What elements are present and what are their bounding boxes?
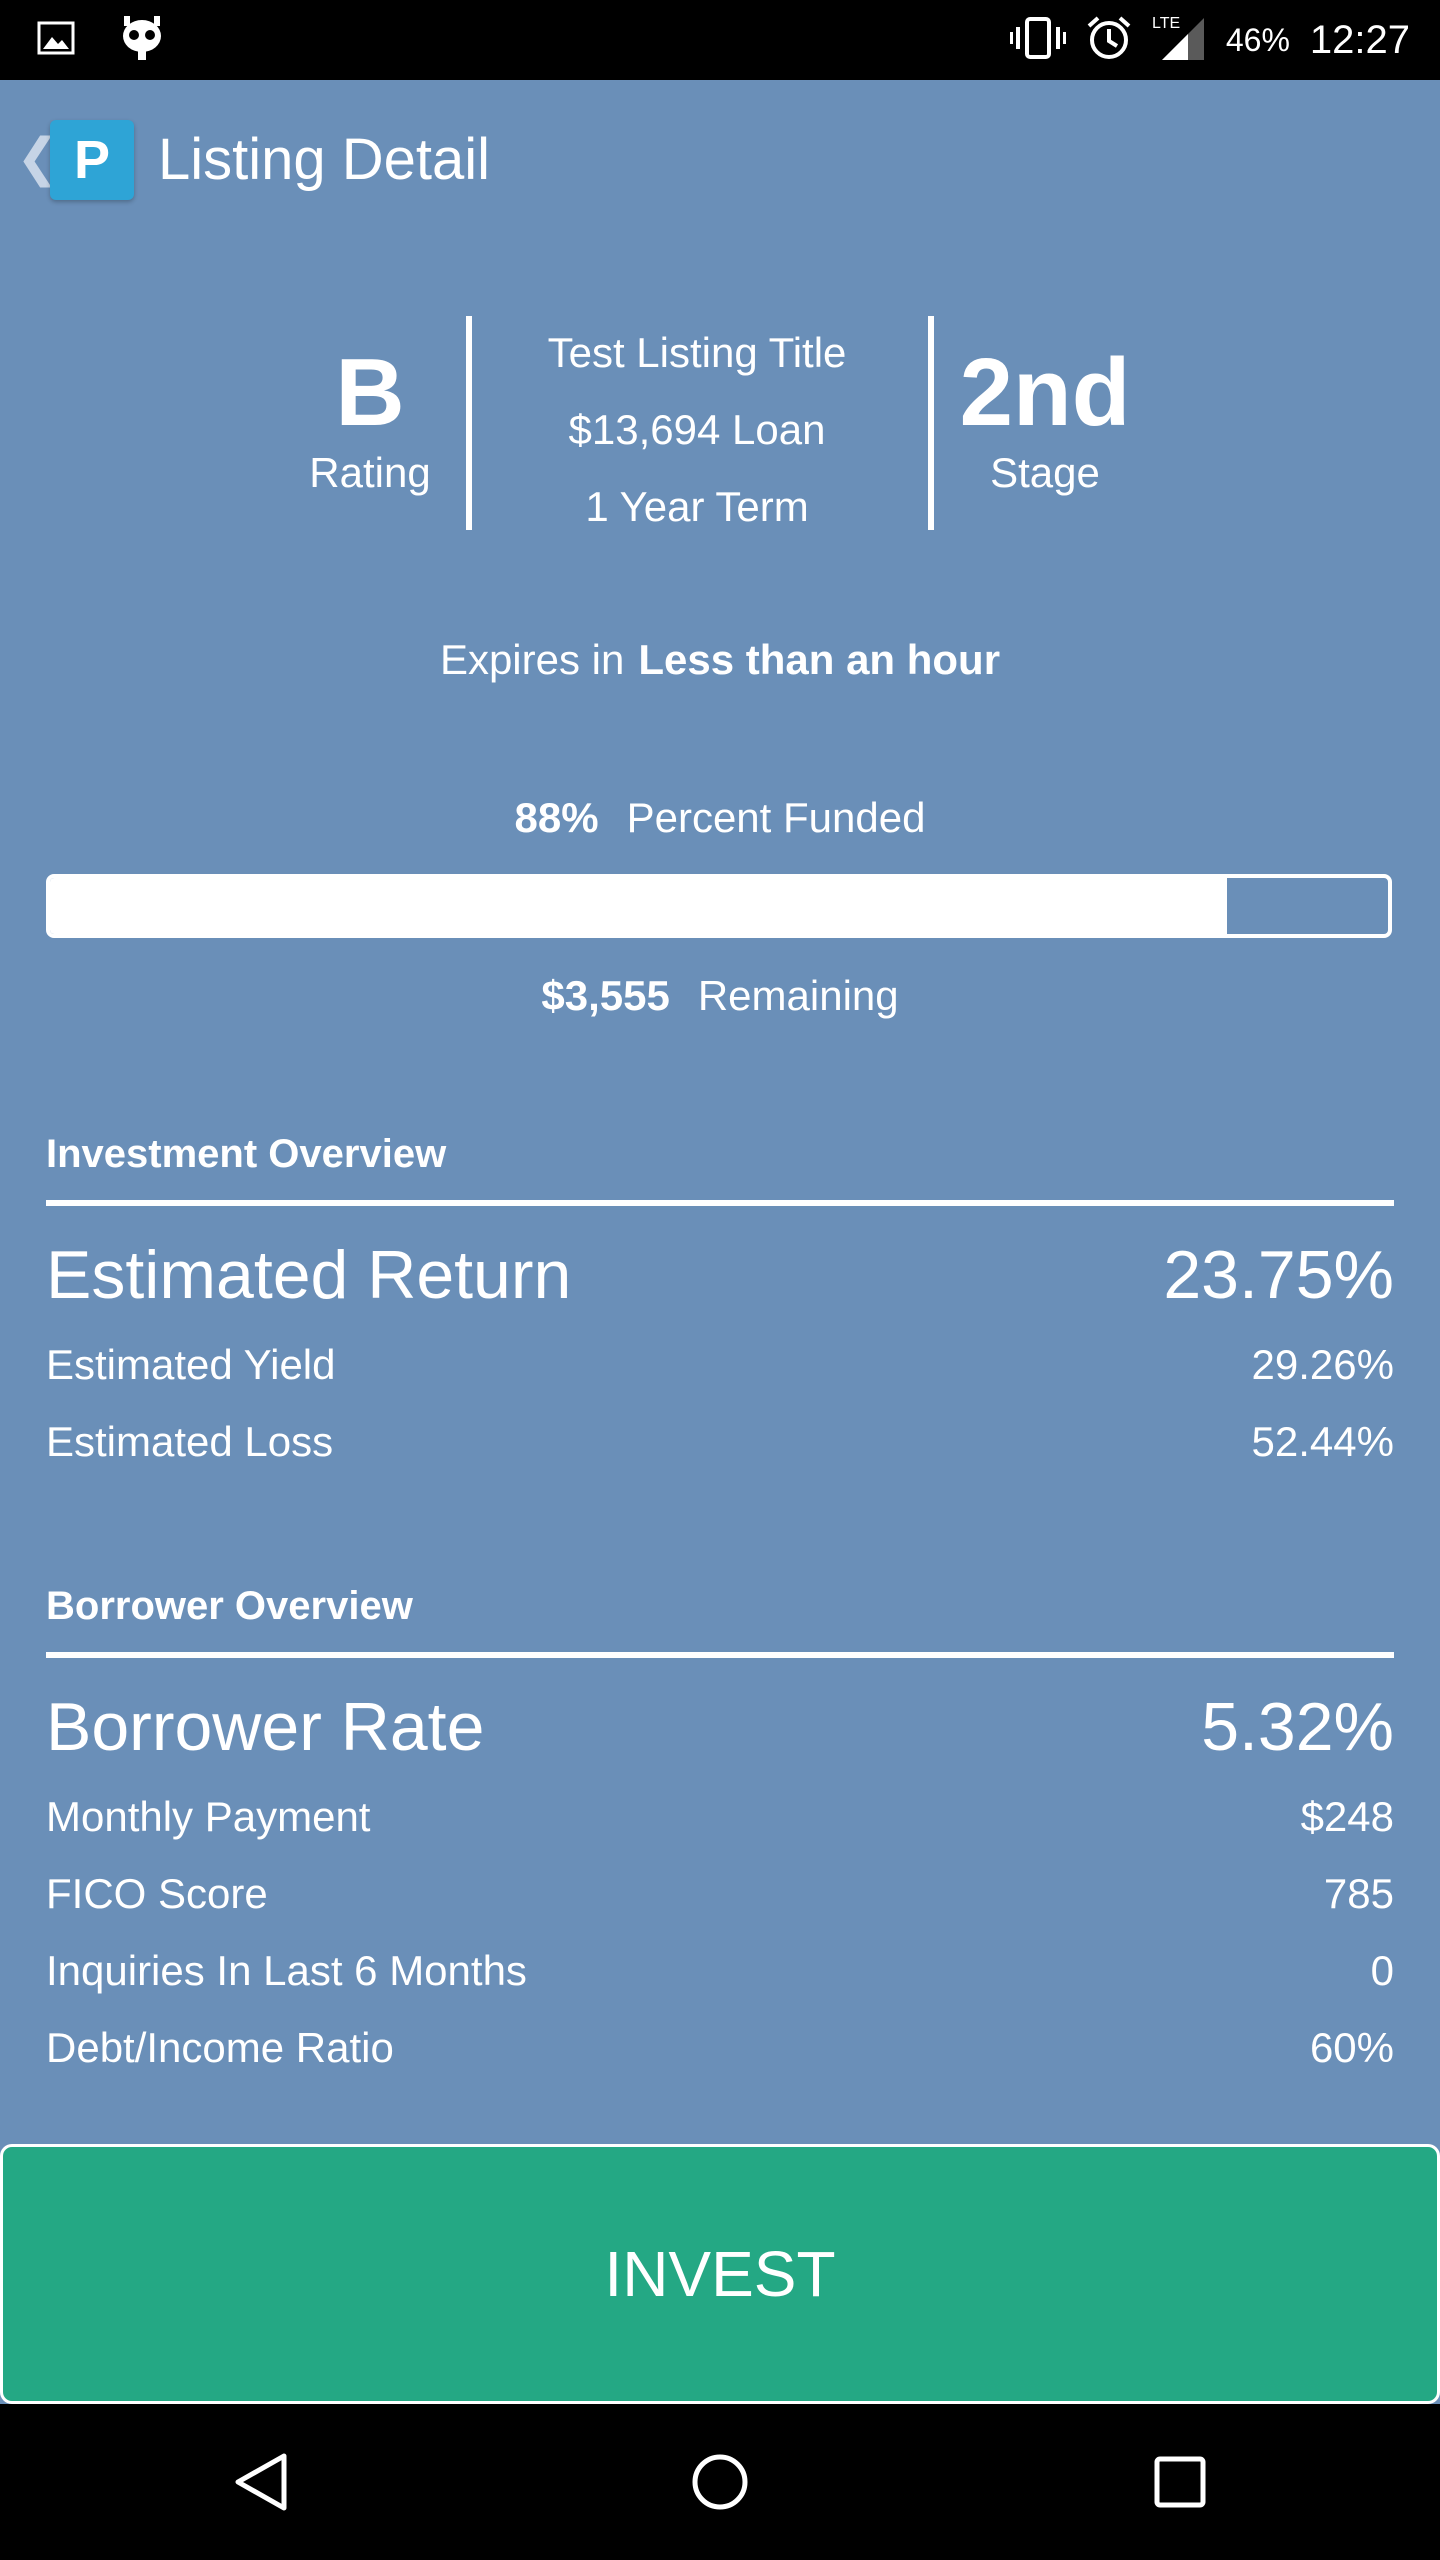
- borrower-overview-section: Borrower Overview Borrower Rate 5.32% Mo…: [46, 1582, 1394, 2086]
- funded-label: Percent Funded: [626, 794, 926, 841]
- row-value: 5.32%: [1201, 1689, 1394, 1765]
- row-label: Monthly Payment: [46, 1792, 371, 1840]
- rating-value: B: [335, 339, 405, 446]
- borrower-rate-row: Borrower Rate 5.32%: [46, 1684, 1394, 1770]
- back-icon[interactable]: [222, 2442, 302, 2522]
- battery-percent: 46%: [1225, 21, 1290, 58]
- svg-text:LTE: LTE: [1152, 15, 1180, 32]
- vibrate-icon: [1009, 16, 1066, 65]
- alarm-icon: [1086, 15, 1132, 66]
- loan-amount: $13,694 Loan: [568, 405, 826, 453]
- listing-title: Test Listing Title: [547, 328, 847, 376]
- divider: [928, 316, 934, 530]
- funding-progress-bar: [46, 874, 1392, 938]
- row-value: 29.26%: [1251, 1340, 1394, 1388]
- row-label: Debt/Income Ratio: [46, 2023, 394, 2071]
- row-value: $248: [1300, 1792, 1394, 1840]
- fico-score-row: FICO Score 785: [46, 1855, 1394, 1932]
- row-value: 60%: [1309, 2023, 1394, 2071]
- estimated-loss-row: Estimated Loss 52.44%: [46, 1403, 1394, 1480]
- image-icon: [36, 18, 76, 63]
- inquiries-row: Inquiries In Last 6 Months 0: [46, 1932, 1394, 2009]
- funded-percent: 88%: [514, 794, 599, 841]
- loan-term: 1 Year Term: [585, 482, 809, 530]
- row-label: Estimated Yield: [46, 1340, 336, 1388]
- row-label: Estimated Return: [46, 1237, 572, 1313]
- expiry-prefix: Expires in: [439, 636, 625, 683]
- investment-overview-section: Investment Overview Estimated Return 23.…: [46, 1130, 1394, 1480]
- row-value: 23.75%: [1163, 1237, 1394, 1313]
- row-value: 785: [1323, 1869, 1394, 1917]
- cyanogen-icon: [120, 14, 164, 67]
- row-label: FICO Score: [46, 1869, 268, 1917]
- listing-info-block: Test Listing Title $13,694 Loan 1 Year T…: [472, 316, 922, 545]
- lte-signal-icon: LTE: [1152, 14, 1206, 67]
- remaining-text: $3,555 Remaining: [0, 972, 1440, 1020]
- home-icon[interactable]: [680, 2442, 760, 2522]
- navigation-bar: [0, 2404, 1440, 2560]
- page-title: Listing Detail: [158, 127, 491, 192]
- debt-income-row: Debt/Income Ratio 60%: [46, 2009, 1394, 2086]
- estimated-yield-row: Estimated Yield 29.26%: [46, 1326, 1394, 1403]
- remaining-label: Remaining: [697, 972, 899, 1019]
- app-logo[interactable]: P: [50, 120, 134, 200]
- row-value: 0: [1370, 1946, 1394, 1994]
- rating-block: B Rating: [280, 316, 460, 498]
- stage-value: 2nd: [959, 339, 1131, 446]
- section-divider: [46, 1652, 1394, 1658]
- row-value: 52.44%: [1251, 1417, 1394, 1465]
- rating-label: Rating: [309, 449, 431, 496]
- funding-progress-fill: [50, 878, 1228, 934]
- status-bar: LTE 46% 12:27: [0, 0, 1440, 80]
- app-bar: ❮ P Listing Detail: [0, 80, 1440, 240]
- row-label: Estimated Loss: [46, 1417, 334, 1465]
- monthly-payment-row: Monthly Payment $248: [46, 1778, 1394, 1855]
- clock: 12:27: [1309, 17, 1410, 62]
- estimated-return-row: Estimated Return 23.75%: [46, 1232, 1394, 1318]
- row-label: Inquiries In Last 6 Months: [46, 1946, 527, 1994]
- expiry-text: Expires in Less than an hour: [0, 636, 1440, 684]
- invest-button[interactable]: INVEST: [0, 2144, 1440, 2404]
- remaining-amount: $3,555: [541, 972, 670, 1019]
- expiry-value: Less than an hour: [638, 636, 1001, 683]
- section-divider: [46, 1200, 1394, 1206]
- funded-text: 88% Percent Funded: [0, 794, 1440, 842]
- section-title: Investment Overview: [46, 1132, 447, 1176]
- listing-summary: B Rating Test Listing Title $13,694 Loan…: [0, 316, 1440, 530]
- stage-block: 2nd Stage: [940, 316, 1150, 498]
- section-title: Borrower Overview: [46, 1584, 413, 1628]
- recents-icon[interactable]: [1140, 2442, 1220, 2522]
- stage-label: Stage: [990, 449, 1100, 496]
- row-label: Borrower Rate: [46, 1689, 485, 1765]
